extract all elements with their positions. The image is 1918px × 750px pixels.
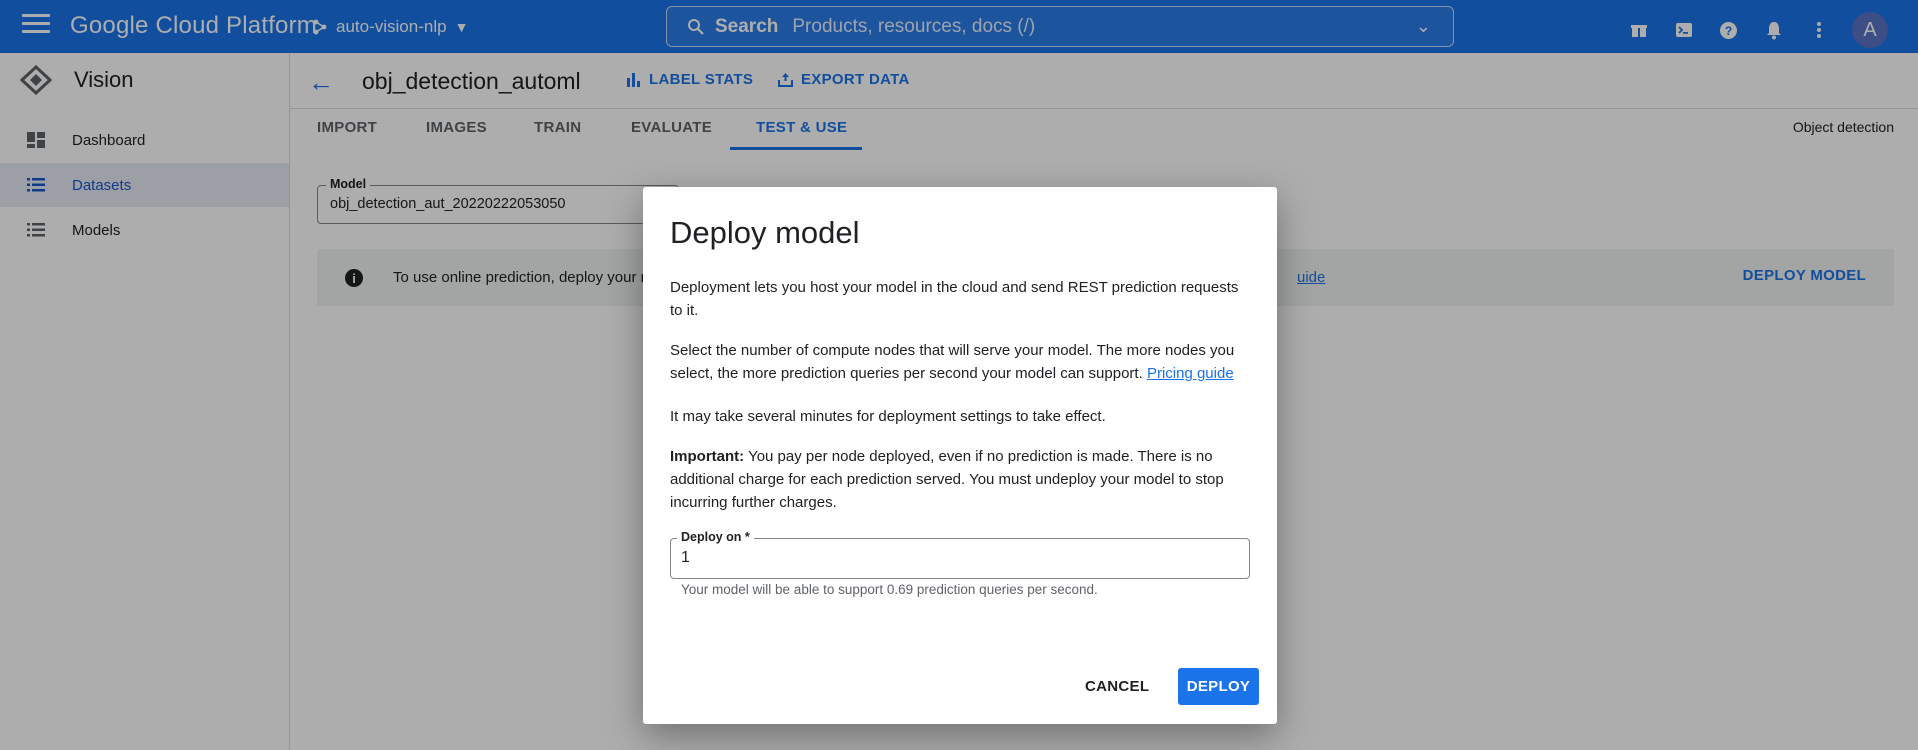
dialog-paragraph-deployment: Deployment lets you host your model in t… [670,279,1239,319]
deploy-field-label: Deploy on * [677,530,754,544]
deploy-nodes-input[interactable]: Deploy on * 1 [670,530,1250,579]
deploy-button[interactable]: DEPLOY [1178,668,1259,705]
deploy-field-value: 1 [681,549,690,566]
dialog-title: Deploy model [670,215,860,250]
cancel-button[interactable]: CANCEL [1085,678,1149,695]
dialog-paragraph-timing: It may take several minutes for deployme… [670,408,1106,425]
pricing-guide-link[interactable]: Pricing guide [1147,365,1234,382]
important-label: Important: [670,448,745,465]
dialog-paragraph-nodes: Select the number of compute nodes that … [670,339,1252,385]
deploy-field-hint: Your model will be able to support 0.69 … [681,582,1098,597]
dialog-paragraph-important: Important: You pay per node deployed, ev… [670,445,1252,514]
deploy-model-dialog: Deploy model Deployment lets you host yo… [643,187,1277,724]
important-text: You pay per node deployed, even if no pr… [670,448,1224,511]
